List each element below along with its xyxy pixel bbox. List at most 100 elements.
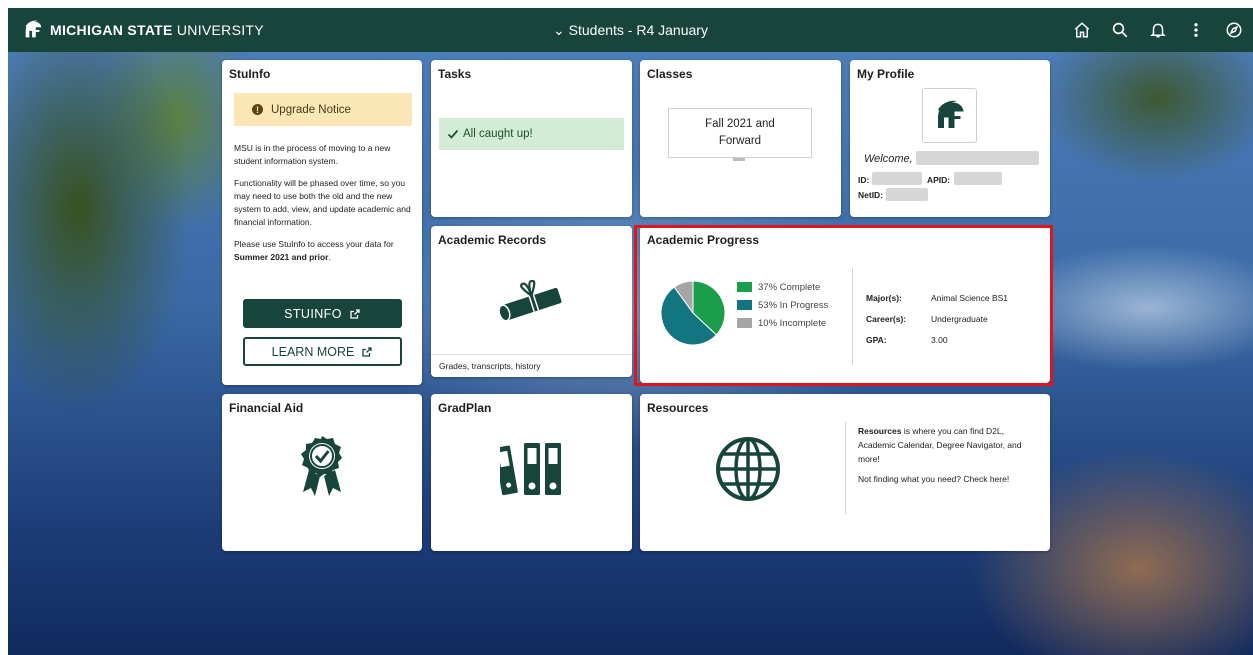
tile-academic-records[interactable]: Academic Records Grades, transcripts, hi… [431,226,632,377]
brand-name: MICHIGAN STATE UNIVERSITY [50,22,264,38]
profile-photo [922,88,977,143]
chevron-down-icon: ⌄ [553,21,565,38]
legend-item: 37% Complete [737,278,828,296]
home-button[interactable] [1063,21,1101,39]
search-button[interactable] [1101,21,1139,39]
diploma-icon [498,279,562,322]
resources-text: Resources is where you can find D2L, Aca… [858,424,1036,492]
tile-title: Financial Aid [229,401,304,415]
tile-financial-aid[interactable]: Financial Aid [222,394,422,551]
tile-gradplan[interactable]: GradPlan [431,394,632,551]
tasks-status-text: All caught up! [463,128,533,140]
term-line: Forward [718,135,762,147]
portal-viewport: MICHIGAN STATE UNIVERSITY ⌄ Students - R… [8,8,1253,655]
legend-label: 10% Incomplete [758,317,827,329]
tile-title: Classes [647,67,693,81]
tile-academic-progress[interactable]: Academic Progress 37% Complete 53% In Pr… [640,226,1050,383]
gpa-label: GPA: [866,335,887,345]
message-paragraph: Please use StuInfo to access your data f… [234,238,416,264]
navigator-button[interactable] [1215,21,1253,39]
tile-title: Resources [647,401,709,415]
term-card-tab [733,158,745,161]
bell-icon [1150,23,1166,38]
career-label: Career(s): [866,314,907,324]
warning-icon: ! [252,104,263,115]
redacted-netid [886,188,928,201]
records-footer-text: Grades, transcripts, history [439,360,541,371]
message-paragraph: MSU is in the process of moving to a new… [234,143,391,166]
tile-title: My Profile [857,67,915,81]
upgrade-notice: ! Upgrade Notice [234,93,412,126]
search-icon [1112,22,1128,38]
button-label: LEARN MORE [271,344,355,359]
tile-resources[interactable]: Resources Resources is where you can fin… [640,394,1050,551]
message-text: . [328,252,331,262]
notifications-button[interactable] [1139,21,1177,39]
redacted-name [916,151,1039,165]
top-bar: MICHIGAN STATE UNIVERSITY ⌄ Students - R… [8,8,1253,52]
binders-icon [500,443,561,496]
legend-swatch [737,300,752,310]
notice-text: Upgrade Notice [271,103,351,116]
resources-paragraph: Resources is where you can find D2L, Aca… [858,424,1036,466]
button-label: STUINFO [284,306,342,321]
term-card: Fall 2021 and Forward [668,108,814,168]
compass-icon [1226,22,1242,38]
external-link-icon [361,346,373,358]
legend-item: 10% Incomplete [737,314,828,332]
award-ribbon-icon [301,436,342,496]
msu-logo[interactable]: MICHIGAN STATE UNIVERSITY [22,19,264,41]
tile-title: Tasks [438,67,472,81]
legend-item: 53% In Progress [737,296,828,314]
legend-swatch [737,318,752,328]
message-bold: Summer 2021 and prior [234,252,329,262]
career-value: Undergraduate [931,314,988,324]
brand-rest: UNIVERSITY [176,22,264,38]
tile-title: StuInfo [229,67,271,81]
tile-stuinfo[interactable]: StuInfo ! Upgrade Notice MSU is in the p… [222,60,422,385]
tile-title: GradPlan [438,401,492,415]
term-line: Fall 2021 and [705,118,775,130]
id-label: ID: [858,175,870,185]
redacted-apid [954,172,1002,185]
tile-tasks[interactable]: Tasks All caught up! [431,60,632,217]
learn-more-button[interactable]: LEARN MORE [243,337,402,366]
apid-label: APID: [927,175,951,185]
tile-title: Academic Records [438,233,547,247]
tasks-status: All caught up! [439,118,624,150]
divider [845,422,846,514]
term-card-face: Fall 2021 and Forward [668,108,812,158]
progress-legend: 37% Complete 53% In Progress 10% Incompl… [737,278,828,332]
top-actions [1063,8,1253,52]
records-footer: Grades, transcripts, history [431,354,632,376]
redacted-id [872,172,922,185]
checkmark-icon [447,128,459,140]
legend-label: 37% Complete [758,281,821,293]
tile-classes[interactable]: Classes Fall 2021 and Forward [640,60,841,217]
spartan-helmet-icon [25,20,42,38]
resources-paragraph: Not finding what you need? Check here! [858,474,1010,484]
homepage-selector[interactable]: ⌄ Students - R4 January [553,22,708,39]
divider [852,268,853,365]
brand-bold: MICHIGAN STATE [50,22,173,38]
tile-my-profile[interactable]: My Profile Welcome, ID: APID: NetID: [850,60,1050,217]
netid-label: NetID: [858,190,884,200]
spartan-helmet-icon [937,100,963,128]
more-vertical-icon [1194,23,1198,37]
globe-icon [716,437,780,501]
major-value: Animal Science BS1 [931,293,1009,303]
progress-pie-chart [660,280,726,346]
legend-label: 53% In Progress [758,299,829,311]
resources-bold: Resources [858,426,902,436]
legend-swatch [737,282,752,292]
more-options-button[interactable] [1177,21,1215,39]
stuinfo-button[interactable]: STUINFO [243,299,402,328]
gpa-value: 3.00 [931,335,948,345]
stuinfo-message: MSU is in the process of moving to a new… [234,142,416,273]
tile-title: Academic Progress [647,233,760,247]
welcome-text: Welcome, [864,153,913,165]
page-title-text: Students - R4 January [568,21,708,38]
major-label: Major(s): [866,293,902,303]
external-link-icon [349,308,361,320]
home-icon [1074,22,1090,38]
